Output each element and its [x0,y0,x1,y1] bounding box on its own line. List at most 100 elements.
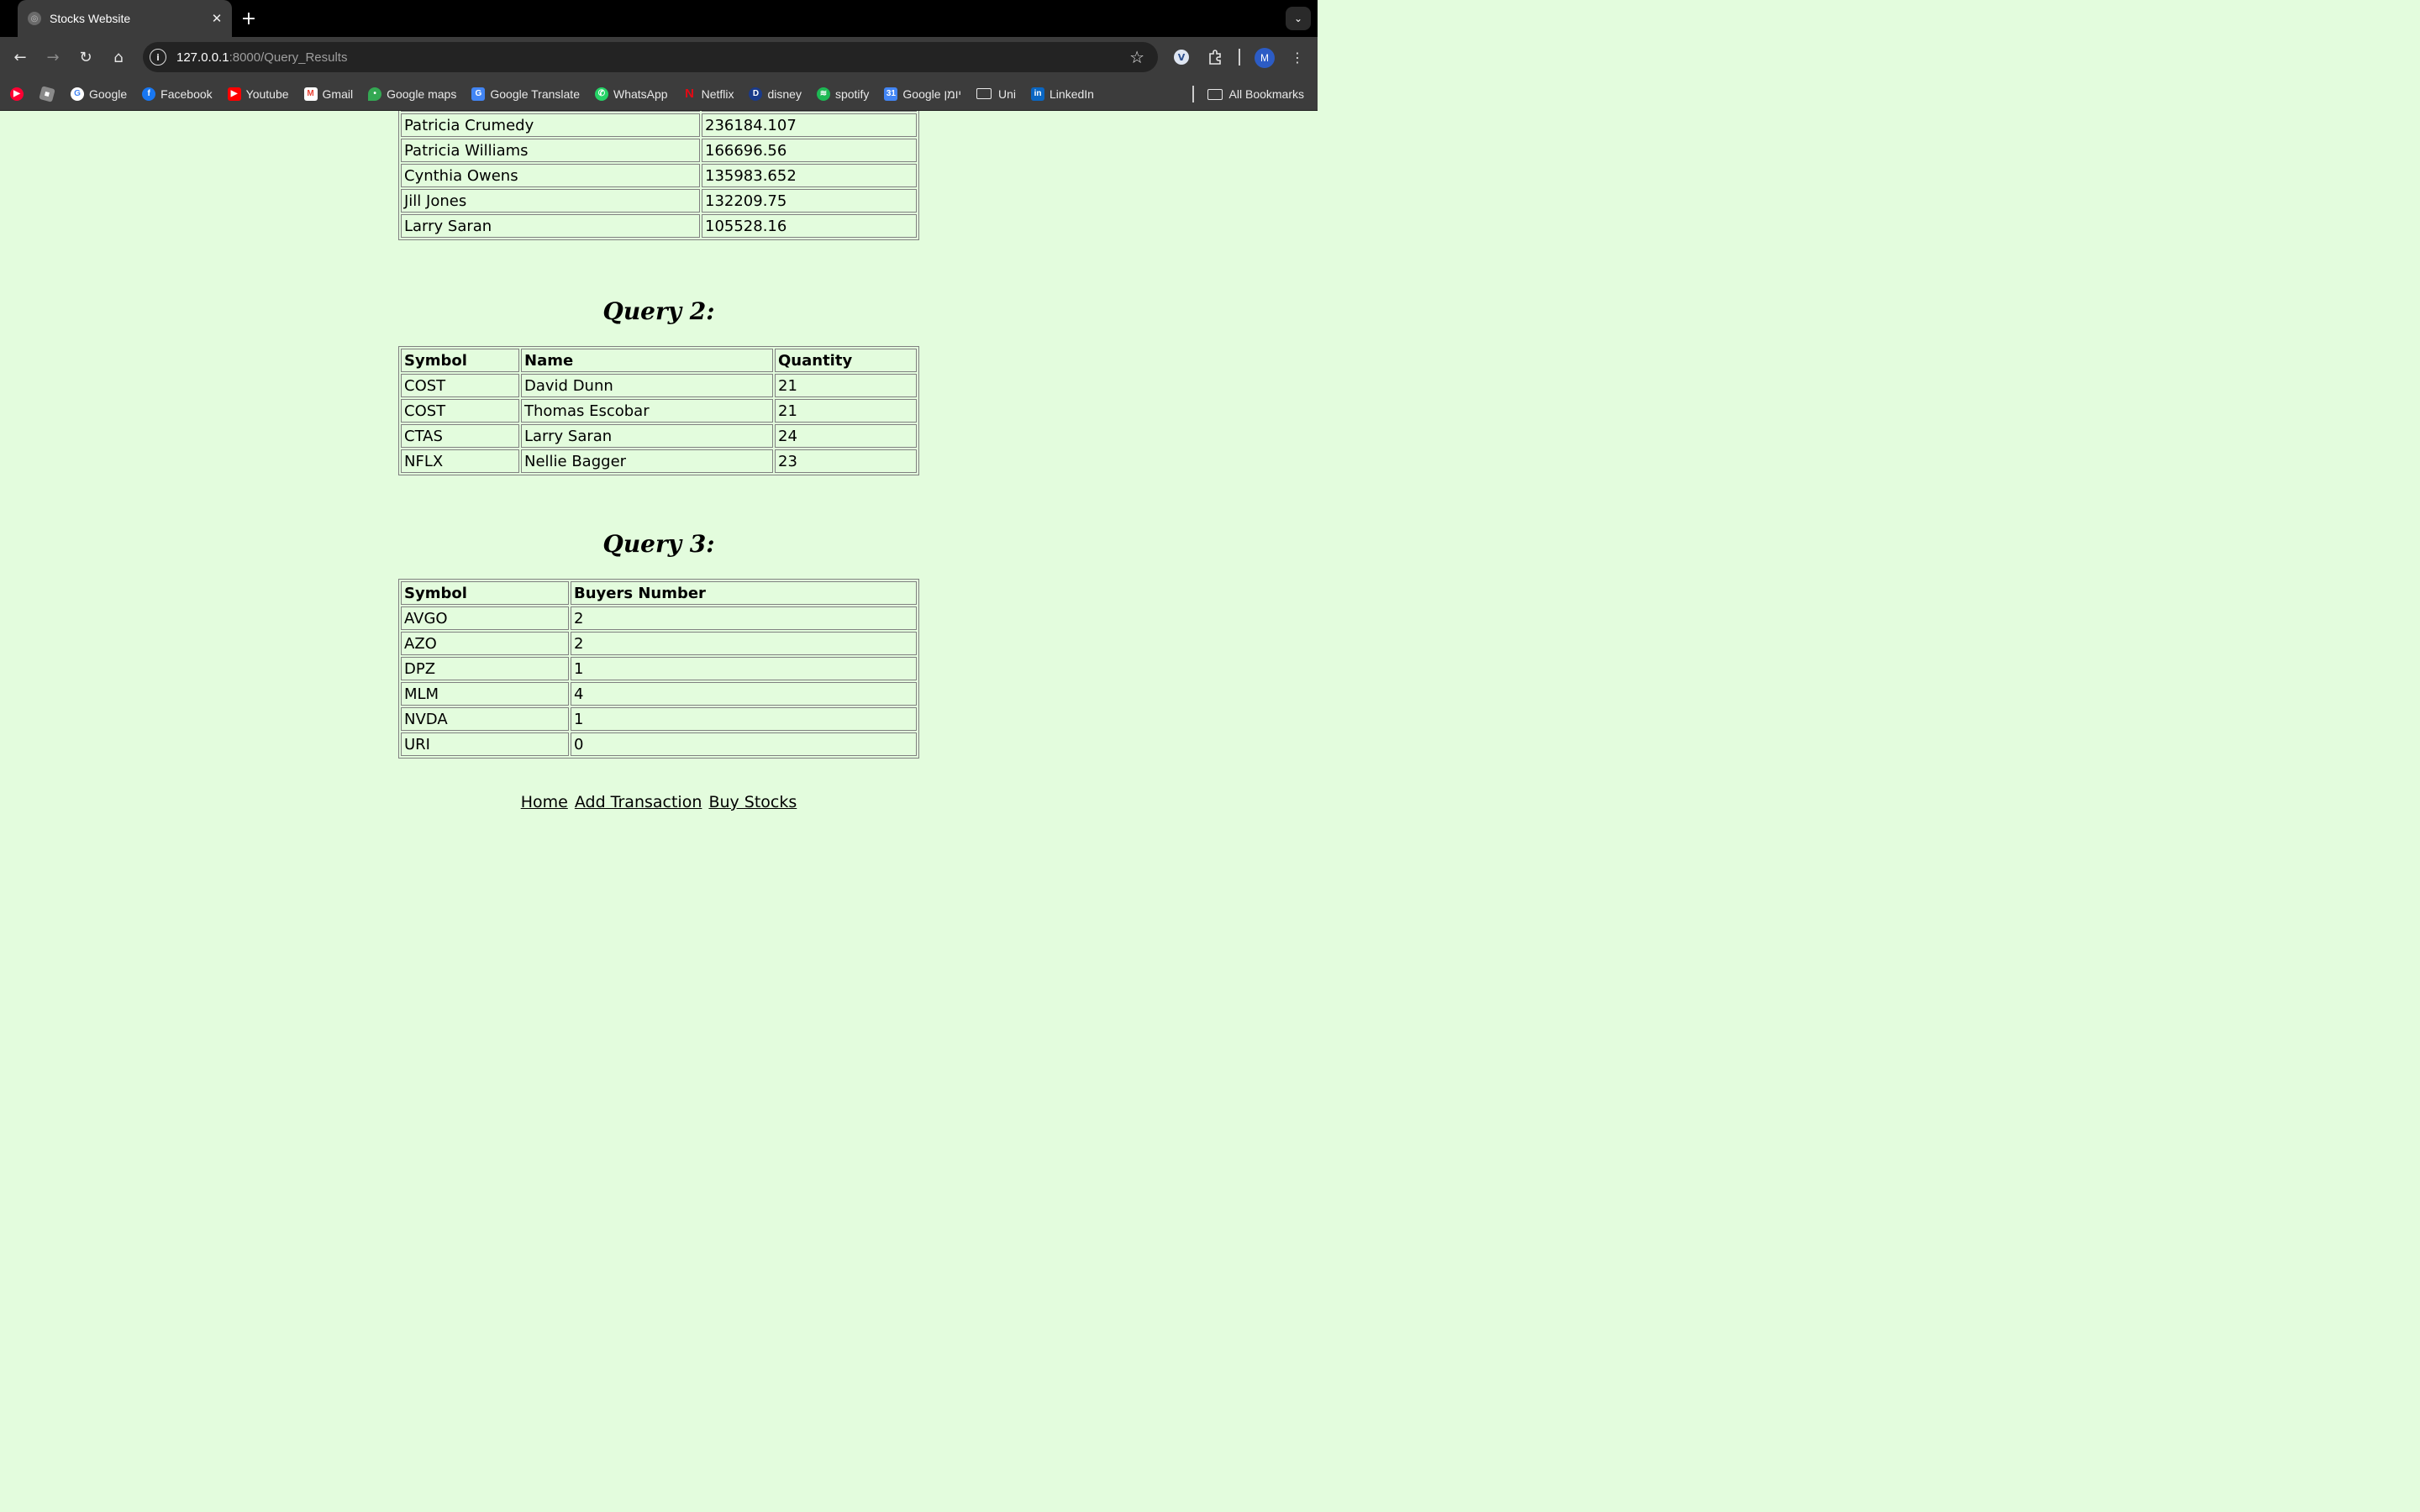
query2-table: Symbol Name Quantity COST David Dunn 21 COST… [398,346,919,475]
table-cell: 166696.56 [702,139,917,162]
table-cell [401,111,700,112]
table-cell: Larry Saran [401,214,700,238]
all-bookmarks-button[interactable]: All Bookmarks [1207,77,1304,111]
bookmark-google-maps[interactable]: • Google maps [368,87,456,101]
table-cell: 2 [571,606,917,630]
google-icon: G [71,87,84,101]
bookmark-star-icon[interactable]: ☆ [1129,47,1144,67]
roblox-icon: ■ [39,85,55,102]
add-transaction-link[interactable]: Add Transaction [575,793,702,811]
table-cell: David Dunn [521,374,773,397]
table-cell: 23 [775,449,917,473]
youtube-music-icon: ▶ [10,87,24,101]
table-cell: 1 [571,657,917,680]
vimeo-extension-icon[interactable]: V [1171,47,1192,67]
table-cell: 21 [775,374,917,397]
bookmark-label: Google יומן [902,87,961,101]
table-row: COST David Dunn 21 [401,374,917,397]
table-row [401,111,917,112]
new-tab-icon[interactable]: + [239,8,259,29]
whatsapp-icon: ✆ [594,87,608,101]
table-row: AVGO 2 [401,606,917,630]
bookmark-facebook[interactable]: f Facebook [142,87,213,101]
home-link[interactable]: Home [521,793,568,811]
bookmark-google[interactable]: G Google [71,87,127,101]
table-cell: 132209.75 [702,189,917,213]
tab-search-chevron-icon[interactable]: ⌄ [1286,7,1311,30]
column-header: Symbol [401,349,519,372]
browser-tab[interactable]: ◎ Stocks Website ✕ [18,0,232,37]
reload-icon[interactable]: ↻ [76,47,96,67]
tab-title: Stocks Website [50,12,131,25]
more-menu-icon[interactable]: ⋮ [1287,47,1307,67]
bookmark-google-translate[interactable]: G Google Translate [471,87,580,101]
bookmark-linkedin[interactable]: in LinkedIn [1031,87,1094,101]
bookmark-spotify[interactable]: ≋ spotify [816,87,869,101]
bookmark-youtube[interactable]: ▶ Youtube [227,87,289,101]
table-cell: Patricia Williams [401,139,700,162]
table-row: COST Thomas Escobar 21 [401,399,917,423]
table-cell: 1 [571,707,917,731]
bookmark-label: Google [89,87,128,101]
gmail-icon: M [303,87,318,101]
table-cell [702,111,917,112]
bookmark-label: Netflix [701,87,734,101]
folder-icon [1207,88,1223,100]
table-cell: 2 [571,632,917,655]
buy-stocks-link[interactable]: Buy Stocks [708,793,797,811]
table-cell: NVDA [401,707,569,731]
bookmark-label: Uni [998,87,1017,101]
table-cell: COST [401,374,519,397]
bookmark-google-calendar[interactable]: 31 Google יומן [884,87,961,101]
url-path: :8000/Query_Results [229,50,348,65]
bookmarks-bar: ▶ ■ G Google f Facebook ▶ Youtube M Gmail • G… [0,77,1318,111]
address-bar[interactable]: i 127.0.0.1:8000/Query_Results ☆ [143,42,1158,72]
table-cell: COST [401,399,519,423]
table-header-row: Symbol Name Quantity [401,349,917,372]
bookmarks-divider [1192,86,1194,102]
bookmark-disney[interactable]: Ddisney [749,87,802,101]
page-content: Patricia Crumedy 236184.107 Patricia Will… [0,111,1318,823]
table-row: URI 0 [401,732,917,756]
home-icon[interactable]: ⌂ [108,47,129,67]
site-info-icon[interactable]: i [150,49,166,66]
extensions-puzzle-icon[interactable] [1205,47,1225,67]
table-cell: URI [401,732,569,756]
column-header: Buyers Number [571,581,917,605]
forward-arrow-icon[interactable]: → [43,47,63,67]
column-header: Quantity [775,349,917,372]
query3-table: Symbol Buyers Number AVGO 2 AZO 2 DPZ 1 MLM 4… [398,579,919,759]
facebook-icon: f [142,87,156,101]
table-row: Patricia Crumedy 236184.107 [401,113,917,137]
disney-icon: D [749,87,763,101]
table-cell: 236184.107 [702,113,917,137]
netflix-icon: N [685,87,694,101]
table-row: Patricia Williams 166696.56 [401,139,917,162]
back-arrow-icon[interactable]: ← [10,47,30,67]
bookmark-gmail[interactable]: M Gmail [303,87,353,101]
table-cell: 135983.652 [702,164,917,187]
table-cell: NFLX [401,449,519,473]
bookmark-netflix[interactable]: N Netflix [683,87,734,101]
roblox-bookmark[interactable]: ■ [39,85,59,102]
close-tab-icon[interactable]: ✕ [207,8,227,29]
table-cell: AZO [401,632,569,655]
bookmark-label: Facebook [160,87,213,101]
bookmark-label: Google maps [387,87,457,101]
bookmark-label: disney [767,87,802,101]
table-cell: 4 [571,682,917,706]
profile-avatar[interactable]: M [1255,48,1275,68]
linkedin-icon: in [1031,87,1045,101]
table-cell: Cynthia Owens [401,164,700,187]
bookmark-label: LinkedIn [1050,87,1094,101]
table-cell: Larry Saran [521,424,773,448]
table-cell: 105528.16 [702,214,917,238]
bookmark-uni-folder[interactable]: Uni [976,87,1016,101]
youtube-music-bookmark[interactable]: ▶ [10,87,29,101]
bookmark-whatsapp[interactable]: ✆ WhatsApp [594,87,668,101]
svg-text:V: V [1178,52,1186,63]
url-host: 127.0.0.1 [176,50,229,65]
spotify-icon: ≋ [816,87,830,101]
column-header: Name [521,349,773,372]
table-row: Larry Saran 105528.16 [401,214,917,238]
